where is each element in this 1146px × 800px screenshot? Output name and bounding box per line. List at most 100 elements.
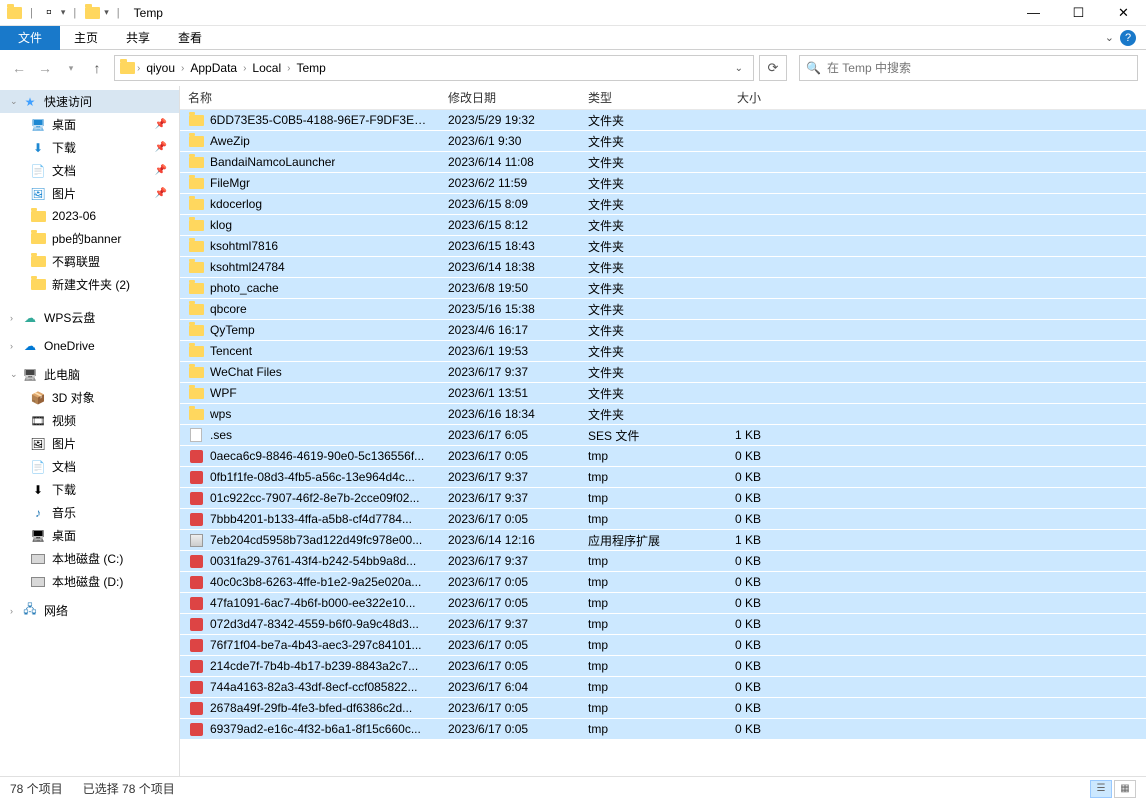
col-size[interactable]: 大小 bbox=[700, 89, 770, 106]
view-details-button[interactable]: ☰ bbox=[1090, 780, 1112, 798]
qat-dropdown-icon[interactable]: ▾ bbox=[61, 7, 66, 18]
tree-documents[interactable]: 📄文档📌 bbox=[0, 159, 179, 182]
tree-downloads[interactable]: ⬇下载📌 bbox=[0, 136, 179, 159]
tree-network[interactable]: ›🖧网络 bbox=[0, 599, 179, 622]
file-row[interactable]: 744a4163-82a3-43df-8ecf-ccf085822...2023… bbox=[180, 677, 1146, 698]
file-row[interactable]: ksohtml247842023/6/14 18:38文件夹 bbox=[180, 257, 1146, 278]
col-type[interactable]: 类型 bbox=[580, 89, 700, 106]
file-row[interactable]: AweZip2023/6/1 9:30文件夹 bbox=[180, 131, 1146, 152]
col-name[interactable]: 名称 bbox=[180, 89, 440, 106]
close-button[interactable]: ✕ bbox=[1101, 0, 1146, 26]
chevron-down-icon[interactable]: ⌄ bbox=[10, 369, 22, 380]
file-type: 文件夹 bbox=[580, 322, 700, 339]
tree-pictures[interactable]: 🖼图片📌 bbox=[0, 182, 179, 205]
address-dropdown-icon[interactable]: ⌄ bbox=[729, 63, 749, 74]
search-box[interactable]: 🔍 bbox=[799, 55, 1138, 81]
maximize-button[interactable]: ☐ bbox=[1056, 0, 1101, 26]
file-row[interactable]: BandaiNamcoLauncher2023/6/14 11:08文件夹 bbox=[180, 152, 1146, 173]
file-type: tmp bbox=[580, 638, 700, 652]
chevron-down-icon[interactable]: ⌄ bbox=[10, 96, 22, 107]
tree-quick-access[interactable]: ⌄ ★ 快速访问 bbox=[0, 90, 179, 113]
refresh-button[interactable]: ⟳ bbox=[759, 55, 787, 81]
tree-folder-2023-06[interactable]: 2023-06 bbox=[0, 205, 179, 227]
file-row[interactable]: klog2023/6/15 8:12文件夹 bbox=[180, 215, 1146, 236]
file-row[interactable]: 40c0c3b8-6263-4ffe-b1e2-9a25e020a...2023… bbox=[180, 572, 1146, 593]
nav-recent-dropdown-icon[interactable]: ▾ bbox=[60, 57, 82, 79]
file-row[interactable]: kdocerlog2023/6/15 8:09文件夹 bbox=[180, 194, 1146, 215]
file-row[interactable]: 6DD73E35-C0B5-4188-96E7-F9DF3EE...2023/5… bbox=[180, 110, 1146, 131]
tree-onedrive[interactable]: ›☁OneDrive bbox=[0, 335, 179, 357]
file-row[interactable]: 76f71f04-be7a-4b43-aec3-297c84101...2023… bbox=[180, 635, 1146, 656]
chevron-right-icon[interactable]: › bbox=[285, 63, 292, 74]
file-name: 7eb204cd5958b73ad122d49fc978e00... bbox=[210, 533, 422, 547]
tmp-icon bbox=[188, 637, 204, 653]
tree-pbe-banner[interactable]: pbe的banner bbox=[0, 227, 179, 250]
chevron-right-icon[interactable]: › bbox=[135, 63, 142, 74]
file-row[interactable]: 0aeca6c9-8846-4619-90e0-5c136556f...2023… bbox=[180, 446, 1146, 467]
file-row[interactable]: photo_cache2023/6/8 19:50文件夹 bbox=[180, 278, 1146, 299]
file-row[interactable]: .ses2023/6/17 6:05SES 文件1 KB bbox=[180, 425, 1146, 446]
tmp-icon bbox=[188, 679, 204, 695]
chevron-right-icon[interactable]: › bbox=[10, 313, 22, 323]
crumb-local[interactable]: Local bbox=[248, 61, 285, 75]
tab-share[interactable]: 共享 bbox=[112, 26, 164, 50]
file-row[interactable]: QyTemp2023/4/6 16:17文件夹 bbox=[180, 320, 1146, 341]
tree-documents-pc[interactable]: 📄文档 bbox=[0, 455, 179, 478]
file-row[interactable]: WeChat Files2023/6/17 9:37文件夹 bbox=[180, 362, 1146, 383]
file-tab[interactable]: 文件 bbox=[0, 26, 60, 50]
tree-drive-c[interactable]: 本地磁盘 (C:) bbox=[0, 547, 179, 570]
tree-desktop-pc[interactable]: 🖥桌面 bbox=[0, 524, 179, 547]
chevron-right-icon[interactable]: › bbox=[10, 341, 22, 351]
minimize-button[interactable]: — bbox=[1011, 0, 1056, 26]
file-row[interactable]: 072d3d47-8342-4559-b6f0-9a9c48d3...2023/… bbox=[180, 614, 1146, 635]
file-row[interactable]: Tencent2023/6/1 19:53文件夹 bbox=[180, 341, 1146, 362]
tab-view[interactable]: 查看 bbox=[164, 26, 216, 50]
app-dropdown-icon[interactable]: ▾ bbox=[104, 7, 109, 18]
chevron-right-icon[interactable]: › bbox=[179, 63, 186, 74]
file-row[interactable]: 0031fa29-3761-43f4-b242-54bb9a8d...2023/… bbox=[180, 551, 1146, 572]
nav-up-icon[interactable]: ↑ bbox=[86, 57, 108, 79]
crumb-appdata[interactable]: AppData bbox=[186, 61, 241, 75]
tree-newfolder2[interactable]: 新建文件夹 (2) bbox=[0, 273, 179, 296]
file-row[interactable]: 69379ad2-e16c-4f32-b6a1-8f15c660c...2023… bbox=[180, 719, 1146, 740]
tab-home[interactable]: 主页 bbox=[60, 26, 112, 50]
tree-this-pc[interactable]: ⌄🖥此电脑 bbox=[0, 363, 179, 386]
ribbon-collapse-icon[interactable]: ⌄ bbox=[1105, 31, 1114, 44]
nav-tree[interactable]: ⌄ ★ 快速访问 🖥桌面📌 ⬇下载📌 📄文档📌 🖼图片📌 2023-06 pbe… bbox=[0, 86, 180, 776]
file-row[interactable]: FileMgr2023/6/2 11:59文件夹 bbox=[180, 173, 1146, 194]
help-icon[interactable]: ? bbox=[1120, 30, 1136, 46]
quick-access-icon[interactable]: ▫ bbox=[41, 5, 57, 21]
file-row[interactable]: 0fb1f1fe-08d3-4fb5-a56c-13e964d4c...2023… bbox=[180, 467, 1146, 488]
file-row[interactable]: 2678a49f-29fb-4fe3-bfed-df6386c2d...2023… bbox=[180, 698, 1146, 719]
nav-forward-icon[interactable]: → bbox=[34, 57, 56, 79]
file-row[interactable]: 7bbb4201-b133-4ffa-a5b8-cf4d7784...2023/… bbox=[180, 509, 1146, 530]
tree-videos[interactable]: 🎞视频 bbox=[0, 409, 179, 432]
file-row[interactable]: 7eb204cd5958b73ad122d49fc978e00...2023/6… bbox=[180, 530, 1146, 551]
tree-music[interactable]: ♪音乐 bbox=[0, 501, 179, 524]
nav-back-icon[interactable]: ← bbox=[8, 57, 30, 79]
view-thumbnails-button[interactable]: ▦ bbox=[1114, 780, 1136, 798]
tree-desktop[interactable]: 🖥桌面📌 bbox=[0, 113, 179, 136]
file-row[interactable]: 47fa1091-6ac7-4b6f-b000-ee322e10...2023/… bbox=[180, 593, 1146, 614]
file-row[interactable]: 214cde7f-7b4b-4b17-b239-8843a2c7...2023/… bbox=[180, 656, 1146, 677]
file-rows[interactable]: 6DD73E35-C0B5-4188-96E7-F9DF3EE...2023/5… bbox=[180, 110, 1146, 776]
address-bar[interactable]: › qiyou › AppData › Local › Temp ⌄ bbox=[114, 55, 754, 81]
chevron-right-icon[interactable]: › bbox=[10, 606, 22, 616]
tree-pictures-pc[interactable]: 🖼图片 bbox=[0, 432, 179, 455]
file-row[interactable]: qbcore2023/5/16 15:38文件夹 bbox=[180, 299, 1146, 320]
chevron-right-icon[interactable]: › bbox=[241, 63, 248, 74]
file-row[interactable]: wps2023/6/16 18:34文件夹 bbox=[180, 404, 1146, 425]
tree-3d-objects[interactable]: 📦3D 对象 bbox=[0, 386, 179, 409]
file-row[interactable]: ksohtml78162023/6/15 18:43文件夹 bbox=[180, 236, 1146, 257]
crumb-temp[interactable]: Temp bbox=[292, 61, 329, 75]
tree-buji[interactable]: 不羁联盟 bbox=[0, 250, 179, 273]
tree-wps-cloud[interactable]: ›☁WPS云盘 bbox=[0, 306, 179, 329]
file-type: tmp bbox=[580, 512, 700, 526]
file-row[interactable]: WPF2023/6/1 13:51文件夹 bbox=[180, 383, 1146, 404]
crumb-qiyou[interactable]: qiyou bbox=[142, 61, 179, 75]
file-row[interactable]: 01c922cc-7907-46f2-8e7b-2cce09f02...2023… bbox=[180, 488, 1146, 509]
search-input[interactable] bbox=[827, 61, 1131, 75]
tree-drive-d[interactable]: 本地磁盘 (D:) bbox=[0, 570, 179, 593]
tree-downloads-pc[interactable]: ⬇下载 bbox=[0, 478, 179, 501]
col-date[interactable]: 修改日期 bbox=[440, 89, 580, 106]
